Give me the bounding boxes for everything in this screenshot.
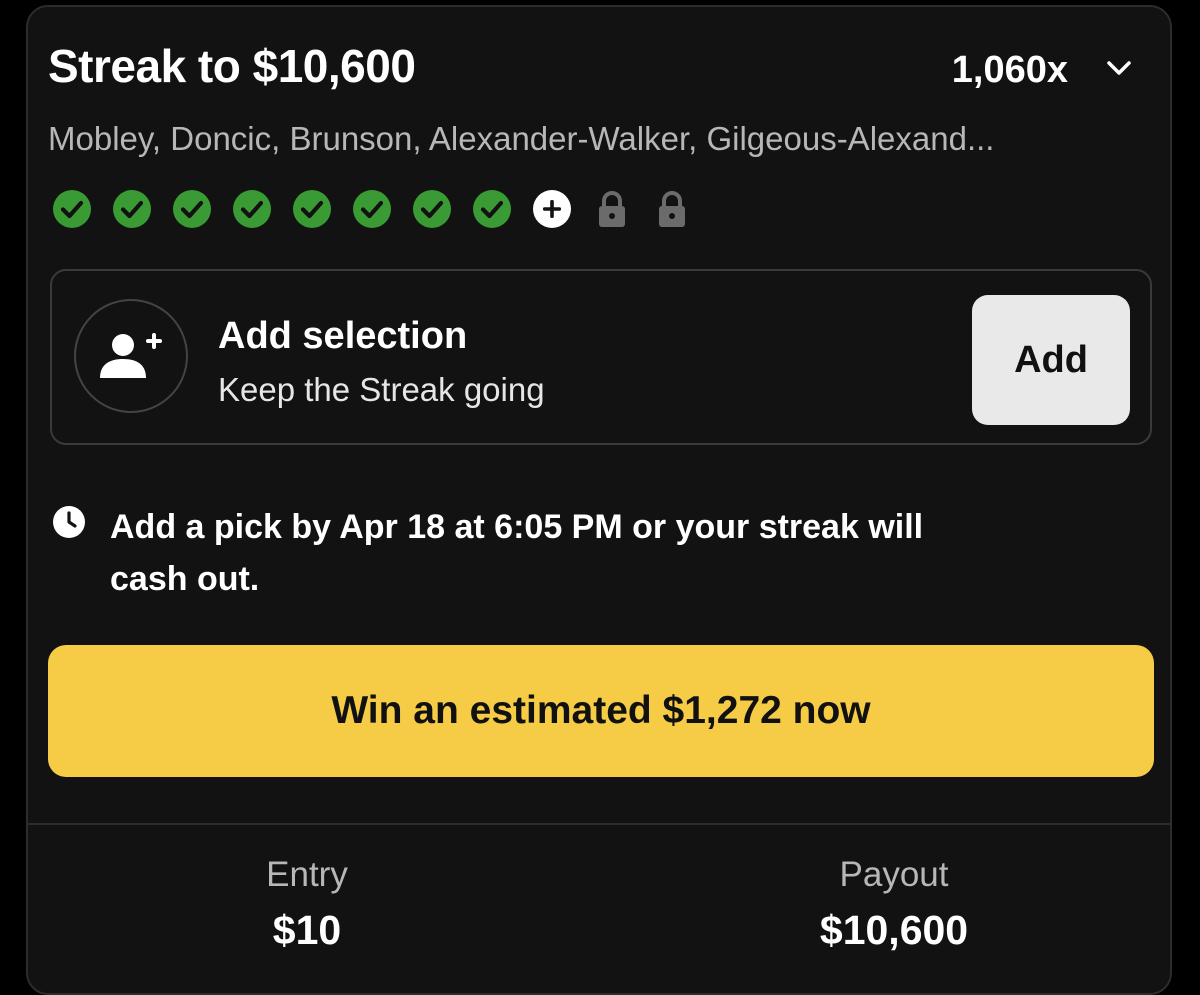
streak-step-completed	[352, 189, 392, 229]
payout-value: $10,600	[819, 907, 969, 953]
cash-out-button[interactable]: Win an estimated $1,272 now	[48, 645, 1154, 777]
multiplier-value: 1,060x	[951, 49, 1068, 91]
deadline-text: Add a pick by Apr 18 at 6:05 PM or your …	[110, 508, 924, 598]
check-circle-icon	[113, 190, 151, 228]
lock-icon	[599, 191, 625, 227]
check-circle-icon	[353, 190, 391, 228]
streak-title: Streak to $10,600	[48, 40, 416, 92]
clock-icon	[53, 506, 85, 538]
streak-step-completed	[232, 189, 272, 229]
streak-step-locked	[592, 189, 632, 229]
add-button[interactable]: Add	[972, 295, 1130, 425]
add-selection-subtitle: Keep the Streak going	[218, 371, 545, 408]
add-selection-title: Add selection	[218, 315, 468, 357]
divider	[28, 823, 1170, 825]
check-circle-icon	[293, 190, 331, 228]
payout-stat: Payout $10,600	[694, 853, 1094, 955]
add-user-avatar	[74, 299, 188, 413]
entry-label: Entry	[266, 855, 348, 894]
streak-step-current[interactable]	[532, 189, 572, 229]
check-circle-icon	[173, 190, 211, 228]
check-circle-icon	[233, 190, 271, 228]
check-circle-icon	[473, 190, 511, 228]
check-circle-icon	[413, 190, 451, 228]
plus-circle-icon[interactable]	[532, 189, 572, 229]
check-circle-icon	[53, 190, 91, 228]
player-list: Mobley, Doncic, Brunson, Alexander-Walke…	[48, 120, 995, 157]
entry-value: $10	[272, 907, 342, 953]
entry-stat: Entry $10	[107, 853, 507, 955]
streak-step-completed	[292, 189, 332, 229]
payout-label: Payout	[839, 855, 949, 894]
streak-step-completed	[172, 189, 212, 229]
streak-progress	[52, 189, 712, 229]
add-selection-card: Add selection Keep the Streak going Add	[50, 269, 1152, 445]
streak-step-completed	[412, 189, 452, 229]
chevron-down-icon[interactable]	[1104, 53, 1134, 83]
streak-step-completed	[472, 189, 512, 229]
streak-step-locked	[652, 189, 692, 229]
streak-step-completed	[52, 189, 92, 229]
streak-card: Streak to $10,600 1,060x Mobley, Doncic,…	[26, 5, 1172, 995]
lock-icon	[659, 191, 685, 227]
add-user-icon	[100, 333, 162, 378]
streak-step-completed	[112, 189, 152, 229]
